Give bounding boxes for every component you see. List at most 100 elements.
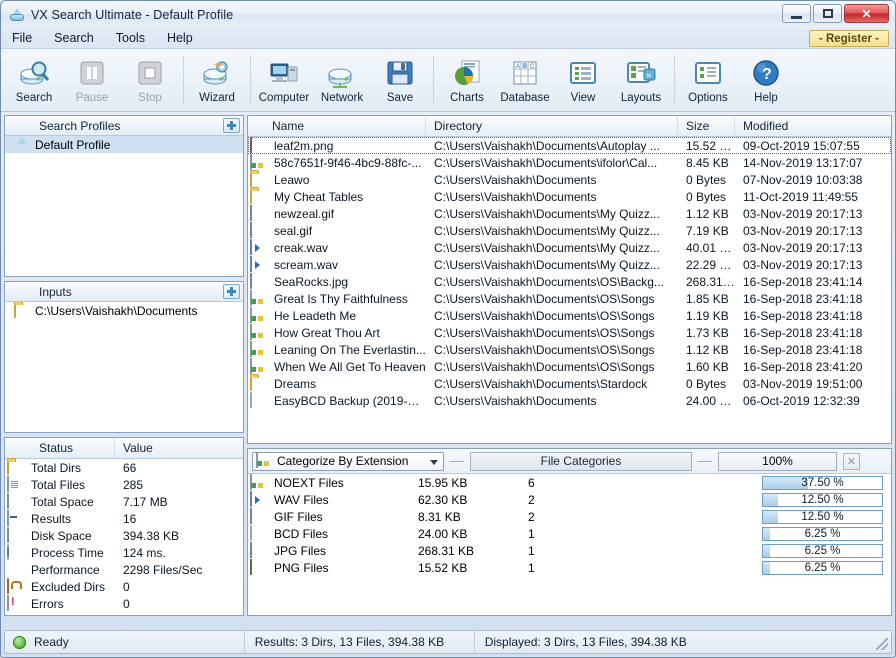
category-size: 15.95 KB [418, 475, 468, 490]
menu-file[interactable]: File [1, 29, 43, 47]
status-row[interactable]: Total Files 285 [5, 475, 243, 493]
toolbar-button-database[interactable]: A B C Database [496, 49, 554, 111]
file-directory: C:\Users\Vaishakh\Documents\My Quizz... [434, 223, 660, 238]
status-row[interactable]: Total Space 7.17 MB [5, 492, 243, 510]
menu-search[interactable]: Search [43, 29, 105, 47]
status-row[interactable]: Process Time 124 ms. [5, 543, 243, 561]
status-row[interactable]: Total Dirs 66 [5, 458, 243, 476]
toolbar-button-network[interactable]: Network [313, 49, 371, 111]
table-row[interactable]: Leaning On The Everlastin... C:\Users\Vai… [248, 340, 891, 358]
list-item-default-profile[interactable]: Default Profile [5, 136, 243, 153]
close-icon[interactable]: ✕ [843, 452, 860, 470]
table-row[interactable]: EasyBCD Backup (2019-10... C:\Users\Vaish… [248, 391, 891, 409]
status-row[interactable]: Errors 0 [5, 594, 243, 612]
svg-text:C: C [530, 64, 535, 70]
column-directory[interactable]: Directory [426, 116, 678, 136]
toolbar-button-label: Database [500, 91, 550, 104]
add-input-button[interactable] [223, 284, 240, 299]
minimize-button[interactable] [782, 4, 811, 23]
toolbar-button-charts[interactable]: Charts [438, 49, 496, 111]
bcd-file-icon [250, 524, 266, 542]
category-row[interactable]: WAV Files 62.30 KB 2 12.50 % [248, 490, 891, 508]
table-row[interactable]: leaf2m.png C:\Users\Vaishakh\Documents\Au… [248, 136, 891, 154]
left-sidebar: Search Profiles Default Profile Inputs C… [4, 115, 244, 616]
table-row[interactable]: SeaRocks.jpg C:\Users\Vaishakh\Documents\… [248, 272, 891, 290]
toolbar-button-label: Computer [258, 91, 310, 104]
status-row[interactable]: Disk Space 394.38 KB [5, 526, 243, 544]
status-row[interactable]: Results 16 [5, 509, 243, 527]
inputs-panel: Inputs C:\Users\Vaishakh\Documents [4, 281, 244, 433]
category-label: NOEXT Files [274, 475, 344, 490]
folder-icon [250, 187, 266, 205]
table-row[interactable]: My Cheat Tables C:\Users\Vaishakh\Documen… [248, 187, 891, 205]
toolbar-button-save[interactable]: Save [371, 49, 429, 111]
folder-icon [7, 458, 23, 476]
toolbar-button-search[interactable]: Search [5, 49, 63, 111]
file-size: 8.45 KB [686, 155, 729, 170]
file-icon [7, 475, 23, 493]
add-search-profile-button[interactable] [223, 118, 240, 133]
toolbar-button-layouts[interactable]: » Layouts [612, 49, 670, 111]
main-content: Search Profiles Default Profile Inputs C… [1, 112, 895, 619]
category-row[interactable]: JPG Files 268.31 KB 1 6.25 % [248, 541, 891, 559]
table-row[interactable]: scream.wav C:\Users\Vaishakh\Documents\My… [248, 255, 891, 273]
status-label: Process Time [31, 545, 104, 560]
table-row[interactable]: He Leadeth Me C:\Users\Vaishakh\Documents… [248, 306, 891, 324]
maximize-button[interactable] [813, 4, 842, 23]
column-status[interactable]: Status [5, 438, 115, 458]
resize-grip[interactable] [876, 638, 888, 650]
status-label: Disk Space [31, 528, 92, 543]
toolbar-button-label: Charts [450, 91, 484, 104]
table-row[interactable]: 58c7651f-9f46-4bc9-88fc-... C:\Users\Vais… [248, 153, 891, 171]
file-modified: 03-Nov-2019 20:17:13 [743, 240, 863, 255]
category-label: BCD Files [274, 526, 329, 541]
toolbar-button-computer[interactable]: Computer [255, 49, 313, 111]
table-row[interactable]: How Great Thou Art C:\Users\Vaishakh\Docu… [248, 323, 891, 341]
zoom-level[interactable]: 100% [718, 451, 837, 471]
toolbar-button-stop: Stop [121, 49, 179, 111]
table-row[interactable]: Dreams C:\Users\Vaishakh\Documents\Stardo… [248, 374, 891, 392]
category-row[interactable]: NOEXT Files 15.95 KB 6 37.50 % [248, 473, 891, 491]
table-row[interactable]: When We All Get To Heaven C:\Users\Vaisha… [248, 357, 891, 375]
category-row[interactable]: PNG Files 15.52 KB 1 6.25 % [248, 558, 891, 576]
table-row[interactable]: creak.wav C:\Users\Vaishakh\Documents\My … [248, 238, 891, 256]
category-row[interactable]: GIF Files 8.31 KB 2 12.50 % [248, 507, 891, 525]
column-value[interactable]: Value [115, 438, 243, 458]
toolbar-button-label: Options [688, 91, 728, 104]
table-row[interactable]: Leawo C:\Users\Vaishakh\Documents 0 Bytes 0… [248, 170, 891, 188]
close-button[interactable]: ✕ [844, 4, 889, 23]
file-name: Dreams [274, 376, 317, 391]
toolbar-separator [674, 56, 675, 104]
register-button[interactable]: - Register - [808, 30, 889, 47]
file-modified: 16-Sep-2018 23:41:18 [743, 291, 863, 306]
status-row[interactable]: Excluded Dirs 0 [5, 577, 243, 595]
file-size: 1.12 KB [686, 206, 729, 221]
toolbar-button-view[interactable]: View [554, 49, 612, 111]
column-size[interactable]: Size [678, 116, 735, 136]
table-row[interactable]: newzeal.gif C:\Users\Vaishakh\Documents\M… [248, 204, 891, 222]
table-row[interactable]: Great Is Thy Faithfulness C:\Users\Vaisha… [248, 289, 891, 307]
menu-help[interactable]: Help [156, 29, 204, 47]
search-disk-icon [18, 57, 50, 89]
menu-tools[interactable]: Tools [105, 29, 156, 47]
column-modified[interactable]: Modified [735, 116, 891, 136]
file-name: EasyBCD Backup (2019-10... [274, 393, 426, 408]
status-row[interactable]: Performance 2298 Files/Sec [5, 561, 243, 578]
list-view-icon [567, 57, 599, 89]
toolbar-button-wizard[interactable]: Wizard [188, 49, 246, 111]
file-name: leaf2m.png [274, 138, 334, 153]
toolbar-button-options[interactable]: Options [679, 49, 737, 111]
category-row[interactable]: BCD Files 24.00 KB 1 6.25 % [248, 524, 891, 542]
menu-bar: File Search Tools Help - Register - [1, 28, 895, 49]
categorize-mode-select[interactable]: Categorize By Extension [252, 451, 444, 471]
file-size: 0 Bytes [686, 172, 727, 187]
file-directory: C:\Users\Vaishakh\Documents\OS\Songs [434, 342, 655, 357]
status-value: 2298 Files/Sec [123, 562, 203, 577]
toolbar-button-help[interactable]: ? Help [737, 49, 795, 111]
status-label: Total Files [31, 477, 86, 492]
file-categories-title[interactable]: File Categories [470, 451, 692, 471]
table-row[interactable]: seal.gif C:\Users\Vaishakh\Documents\My Q… [248, 221, 891, 239]
column-name[interactable]: Name [248, 116, 426, 136]
list-item-input-path[interactable]: C:\Users\Vaishakh\Documents [5, 302, 243, 319]
wav-file-icon [250, 238, 266, 256]
